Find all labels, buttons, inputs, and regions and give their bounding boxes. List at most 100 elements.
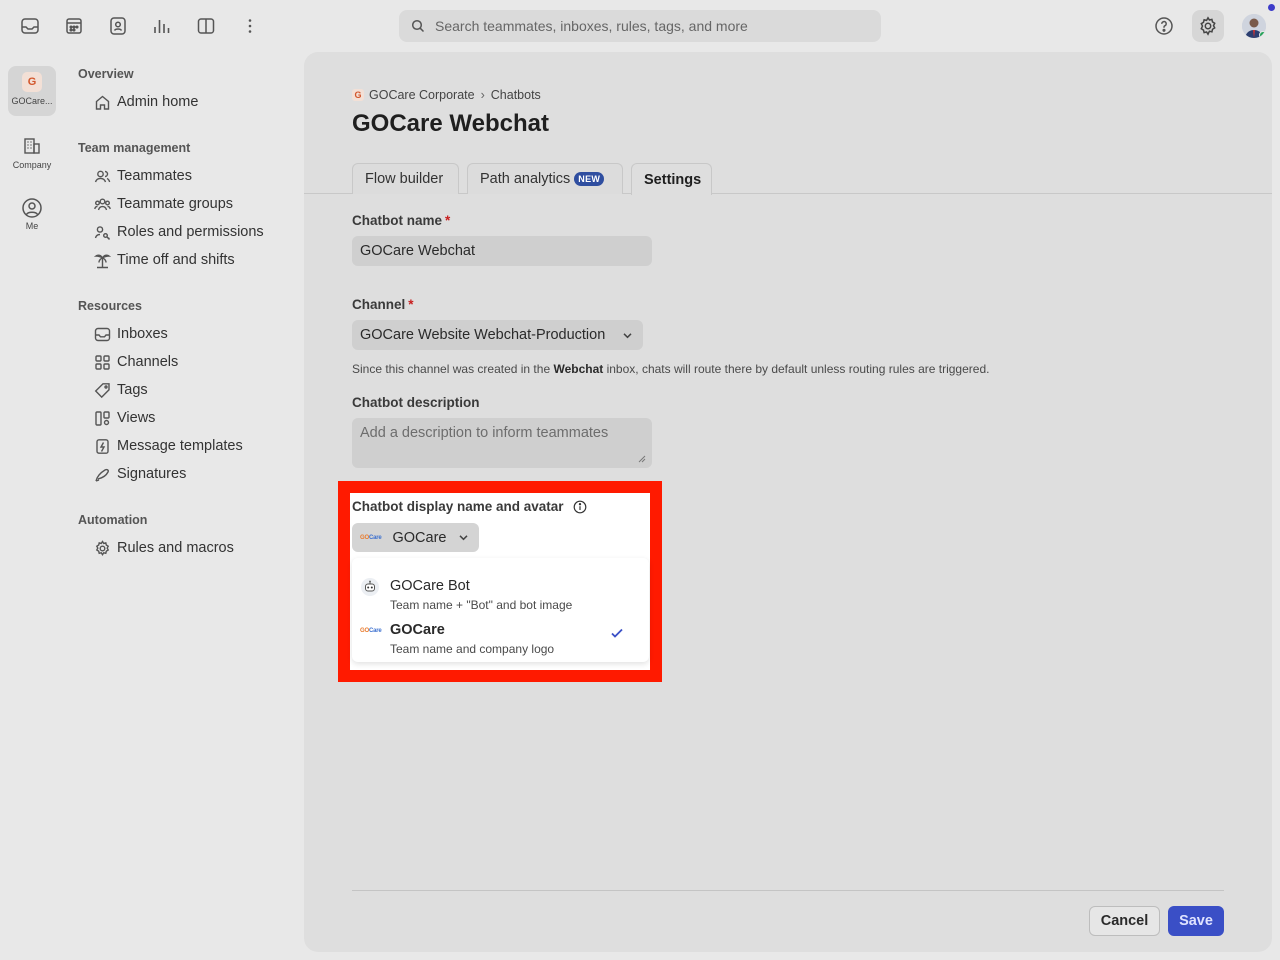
rail-org-label: GOCare...	[11, 96, 53, 106]
channel-select[interactable]: GOCare Website Webchat-Production	[352, 320, 643, 350]
nav-item-message-templates[interactable]: Message templates	[94, 435, 243, 457]
description-textarea[interactable]: Add a description to inform teammates	[352, 418, 652, 468]
nav-heading-automation: Automation	[78, 513, 148, 527]
robot-icon	[361, 578, 379, 596]
tab-flow-builder[interactable]: Flow builder	[352, 163, 459, 194]
chevron-right-icon: ›	[480, 88, 485, 102]
display-name-select[interactable]: GOCare GOCare	[352, 523, 479, 552]
dropdown-option-company[interactable]: GOCare GOCare Team name and company logo	[352, 610, 649, 656]
required-marker: *	[408, 297, 414, 312]
page-title: GOCare Webchat	[352, 110, 549, 137]
nav-item-roles[interactable]: Roles and permissions	[94, 221, 264, 243]
help-icon[interactable]	[1152, 14, 1176, 38]
company-logo-icon: GOCare	[360, 628, 382, 634]
info-icon[interactable]	[573, 500, 587, 514]
nav-label: Admin home	[117, 94, 199, 110]
nav-item-inboxes[interactable]: Inboxes	[94, 323, 168, 345]
option-subtitle: Team name and company logo	[390, 642, 555, 656]
top-bar: Search teammates, inboxes, rules, tags, …	[0, 0, 1280, 52]
gear-icon	[1200, 16, 1216, 36]
search-input[interactable]: Search teammates, inboxes, rules, tags, …	[399, 10, 881, 42]
breadcrumb-section[interactable]: Chatbots	[491, 88, 541, 102]
help-text-part: inbox, chats will route there by default…	[603, 362, 990, 376]
rail-me-label: Me	[25, 221, 39, 231]
search-placeholder: Search teammates, inboxes, rules, tags, …	[435, 18, 748, 34]
rail-me[interactable]: Me	[8, 197, 56, 237]
option-title: GOCare Bot	[390, 578, 470, 594]
nav-label: Teammates	[117, 168, 192, 184]
nav-item-views[interactable]: Views	[94, 407, 155, 429]
description-label: Chatbot description	[352, 395, 480, 410]
views-icon	[95, 410, 110, 426]
nav-item-teammate-groups[interactable]: Teammate groups	[94, 193, 233, 215]
breadcrumb: G GOCare Corporate › Chatbots	[352, 88, 541, 102]
dropdown-option-bot[interactable]: GOCare Bot Team name + "Bot" and bot ima…	[352, 566, 649, 612]
chevron-down-icon	[459, 535, 468, 541]
label-text: Channel	[352, 297, 406, 312]
nav-item-tags[interactable]: Tags	[94, 379, 148, 401]
resize-handle-icon[interactable]	[638, 455, 646, 463]
nav-item-time-off[interactable]: Time off and shifts	[94, 249, 235, 271]
help-text-part: Since this channel was created in the	[352, 362, 554, 376]
tab-label: Flow builder	[365, 171, 444, 187]
chevron-down-icon	[623, 333, 632, 339]
nav-item-teammates[interactable]: Teammates	[94, 165, 192, 187]
nav-label: Message templates	[117, 438, 243, 454]
user-key-icon	[94, 225, 110, 240]
group-icon	[94, 198, 111, 210]
analytics-icon[interactable]	[150, 14, 174, 38]
tab-settings[interactable]: Settings	[631, 163, 712, 195]
chatbot-name-input[interactable]: GOCare Webchat	[352, 236, 652, 266]
breadcrumb-org[interactable]: GOCare Corporate	[369, 88, 475, 102]
palm-tree-icon	[94, 253, 111, 268]
label-text: Chatbot display name and avatar	[352, 499, 564, 514]
display-name-label: Chatbot display name and avatar	[352, 499, 587, 514]
select-value: GOCare Website Webchat-Production	[360, 327, 606, 343]
nav-label: Signatures	[117, 466, 187, 482]
org-logo-icon: G	[352, 89, 364, 101]
more-icon[interactable]	[238, 14, 262, 38]
signature-icon	[95, 468, 109, 482]
nav-heading-team: Team management	[78, 141, 191, 155]
settings-button[interactable]	[1192, 10, 1224, 42]
nav-item-signatures[interactable]: Signatures	[94, 463, 186, 485]
nav-item-admin-home[interactable]: Admin home	[94, 91, 198, 113]
grid-icon	[95, 354, 110, 370]
nav-label: Rules and macros	[117, 540, 234, 556]
user-circle-icon	[22, 198, 42, 218]
company-logo-icon: GOCare	[360, 534, 382, 541]
search-icon	[411, 19, 425, 33]
calendar-icon[interactable]	[62, 14, 86, 38]
rail-company-label: Company	[12, 160, 52, 170]
contacts-icon[interactable]	[106, 14, 130, 38]
inbox-icon[interactable]	[18, 14, 42, 38]
display-name-dropdown: GOCare Bot Team name + "Bot" and bot ima…	[352, 558, 649, 662]
rail-org[interactable]: G GOCare...	[8, 66, 56, 116]
nav-heading-resources: Resources	[78, 299, 142, 313]
option-title: GOCare	[390, 622, 445, 638]
presence-dot	[1259, 31, 1266, 38]
nav-item-channels[interactable]: Channels	[94, 351, 178, 373]
save-button[interactable]: Save	[1168, 906, 1224, 936]
users-icon	[94, 170, 111, 182]
channel-label: Channel *	[352, 297, 414, 312]
tab-path-analytics[interactable]: Path analytics NEW	[467, 163, 623, 194]
nav-item-rules[interactable]: Rules and macros	[94, 537, 234, 559]
building-icon	[24, 138, 40, 154]
nav-label: Views	[117, 410, 156, 426]
input-value: GOCare Webchat	[360, 243, 475, 259]
new-badge: NEW	[574, 172, 605, 186]
gear-icon	[95, 539, 110, 556]
org-badge: G	[22, 72, 42, 92]
avatar[interactable]	[1242, 14, 1266, 38]
label-text: Chatbot name	[352, 213, 443, 228]
nav-heading-overview: Overview	[78, 67, 134, 81]
nav-label: Tags	[117, 382, 148, 398]
split-view-icon[interactable]	[194, 14, 218, 38]
rail-company[interactable]: Company	[8, 136, 56, 176]
textarea-placeholder: Add a description to inform teammates	[360, 425, 609, 441]
chatbot-name-label: Chatbot name *	[352, 213, 450, 228]
checkmark-icon	[611, 628, 623, 638]
required-marker: *	[445, 213, 451, 228]
cancel-button[interactable]: Cancel	[1089, 906, 1160, 936]
